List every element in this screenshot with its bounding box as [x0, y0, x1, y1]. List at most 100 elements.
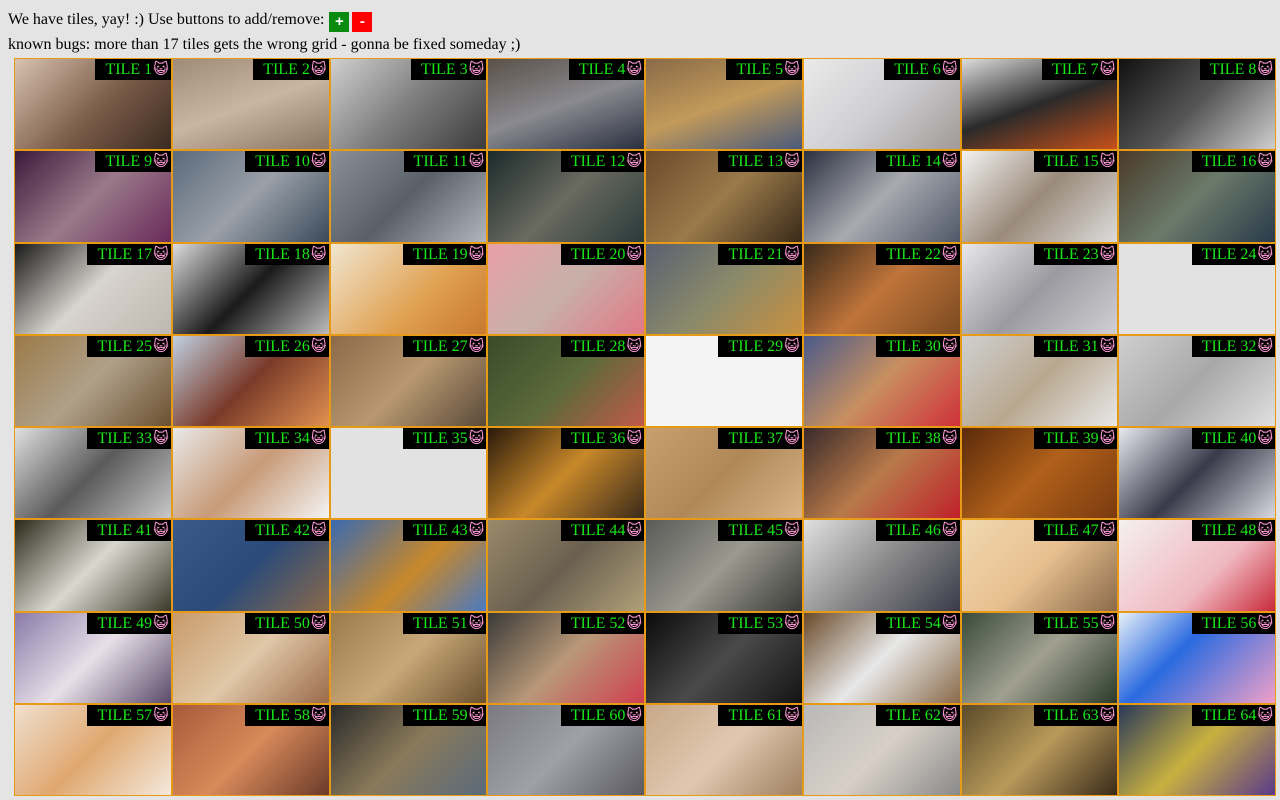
- tile[interactable]: TILE 6😺: [802, 58, 961, 151]
- tile-label-text: TILE 42: [255, 522, 310, 540]
- tile[interactable]: TILE 9😺: [14, 150, 172, 243]
- tile[interactable]: TILE 13😺: [645, 150, 803, 243]
- tile-label-text: TILE 10: [255, 153, 310, 171]
- tile[interactable]: TILE 29😺: [645, 334, 803, 427]
- tile[interactable]: TILE 55😺: [960, 611, 1119, 704]
- cat-face-icon: 😺: [1099, 60, 1116, 78]
- cat-face-icon: 😺: [153, 521, 169, 540]
- cat-face-icon: 😺: [153, 613, 169, 632]
- tile[interactable]: TILE 17😺: [14, 242, 172, 335]
- tile-label-text: TILE 28: [570, 337, 626, 355]
- tile[interactable]: TILE 3😺: [329, 58, 488, 151]
- tile[interactable]: TILE 30😺: [802, 334, 961, 427]
- tile[interactable]: TILE 10😺: [171, 150, 330, 243]
- tile[interactable]: TILE 1😺: [14, 58, 172, 151]
- tile[interactable]: TILE 7😺: [960, 58, 1119, 151]
- cat-face-icon: 😺: [626, 613, 642, 632]
- tile[interactable]: TILE 42😺: [171, 519, 330, 612]
- tile[interactable]: TILE 52😺: [487, 611, 645, 704]
- tile[interactable]: TILE 20😺: [487, 242, 645, 335]
- tile[interactable]: TILE 64😺: [1118, 703, 1276, 796]
- tile-label: TILE 60😺: [560, 704, 644, 726]
- tile-label-text: TILE 4: [578, 61, 626, 78]
- tile[interactable]: TILE 37😺: [645, 427, 803, 520]
- tile[interactable]: TILE 14😺: [802, 150, 961, 243]
- tile[interactable]: TILE 4😺: [487, 58, 645, 151]
- tile-label-text: TILE 3: [420, 61, 468, 78]
- tile[interactable]: TILE 40😺: [1118, 427, 1276, 520]
- remove-tile-button[interactable]: -: [352, 12, 373, 32]
- tile[interactable]: TILE 16😺: [1118, 150, 1276, 243]
- tile[interactable]: TILE 12😺: [487, 150, 645, 243]
- tile[interactable]: TILE 49😺: [14, 611, 172, 704]
- tile[interactable]: TILE 8😺: [1118, 58, 1276, 151]
- tile[interactable]: TILE 35😺: [329, 427, 488, 520]
- tile[interactable]: TILE 47😺: [960, 519, 1119, 612]
- tile[interactable]: TILE 56😺: [1118, 611, 1276, 704]
- tile[interactable]: TILE 54😺: [802, 611, 961, 704]
- tile[interactable]: TILE 60😺: [487, 703, 645, 796]
- tile[interactable]: TILE 5😺: [645, 58, 803, 151]
- tile[interactable]: TILE 33😺: [14, 427, 172, 520]
- cat-face-icon: 😺: [784, 705, 800, 724]
- tile[interactable]: TILE 27😺: [329, 334, 488, 427]
- tile-label-text: TILE 53: [728, 614, 784, 632]
- tile[interactable]: TILE 36😺: [487, 427, 645, 520]
- tile[interactable]: TILE 63😺: [960, 703, 1119, 796]
- tile[interactable]: TILE 38😺: [802, 427, 961, 520]
- tile[interactable]: TILE 19😺: [329, 242, 488, 335]
- tile-label: TILE 22😺: [876, 243, 960, 265]
- tile[interactable]: TILE 24😺: [1118, 242, 1276, 335]
- tile[interactable]: TILE 58😺: [171, 703, 330, 796]
- cat-face-icon: 😺: [784, 60, 800, 78]
- tile[interactable]: TILE 41😺: [14, 519, 172, 612]
- tile[interactable]: TILE 46😺: [802, 519, 961, 612]
- cat-face-icon: 😺: [468, 429, 485, 447]
- tile[interactable]: TILE 25😺: [14, 334, 172, 427]
- cat-face-icon: 😺: [1099, 244, 1116, 263]
- add-tile-button[interactable]: +: [329, 12, 350, 32]
- tile-label: TILE 62😺: [876, 704, 960, 726]
- tile-label-text: TILE 57: [97, 706, 153, 724]
- tile[interactable]: TILE 48😺: [1118, 519, 1276, 612]
- tile[interactable]: TILE 32😺: [1118, 334, 1276, 427]
- cat-face-icon: 😺: [1099, 613, 1116, 632]
- tile-label: TILE 51😺: [402, 612, 487, 634]
- tile-label: TILE 4😺: [568, 59, 644, 80]
- tile[interactable]: TILE 51😺: [329, 611, 488, 704]
- tile[interactable]: TILE 26😺: [171, 334, 330, 427]
- cat-face-icon: 😺: [941, 429, 958, 447]
- tile[interactable]: TILE 50😺: [171, 611, 330, 704]
- tile[interactable]: TILE 53😺: [645, 611, 803, 704]
- tile[interactable]: TILE 18😺: [171, 242, 330, 335]
- tile-label: TILE 46😺: [876, 520, 960, 542]
- tile-label-text: TILE 14: [886, 153, 941, 171]
- tile[interactable]: TILE 45😺: [645, 519, 803, 612]
- tile[interactable]: TILE 22😺: [802, 242, 961, 335]
- tile[interactable]: TILE 15😺: [960, 150, 1119, 243]
- tile[interactable]: TILE 34😺: [171, 427, 330, 520]
- tile-label-text: TILE 22: [886, 245, 941, 263]
- cat-face-icon: 😺: [310, 705, 327, 724]
- tile[interactable]: TILE 21😺: [645, 242, 803, 335]
- tile-label: TILE 64😺: [1191, 704, 1275, 726]
- tile-label: TILE 9😺: [95, 151, 171, 173]
- tile[interactable]: TILE 62😺: [802, 703, 961, 796]
- tile[interactable]: TILE 43😺: [329, 519, 488, 612]
- tile-label-text: TILE 19: [412, 245, 468, 263]
- tile[interactable]: TILE 28😺: [487, 334, 645, 427]
- tile-label: TILE 7😺: [1041, 59, 1118, 80]
- tile[interactable]: TILE 61😺: [645, 703, 803, 796]
- tile-label-text: TILE 24: [1201, 245, 1257, 263]
- tile[interactable]: TILE 2😺: [171, 58, 330, 151]
- tile[interactable]: TILE 23😺: [960, 242, 1119, 335]
- tile[interactable]: TILE 31😺: [960, 334, 1119, 427]
- tile[interactable]: TILE 44😺: [487, 519, 645, 612]
- tile-label-text: TILE 27: [412, 337, 468, 355]
- tile[interactable]: TILE 11😺: [329, 150, 488, 243]
- tile[interactable]: TILE 59😺: [329, 703, 488, 796]
- tile[interactable]: TILE 39😺: [960, 427, 1119, 520]
- tile-label-text: TILE 5: [736, 61, 784, 78]
- tile[interactable]: TILE 57😺: [14, 703, 172, 796]
- cat-face-icon: 😺: [310, 429, 327, 447]
